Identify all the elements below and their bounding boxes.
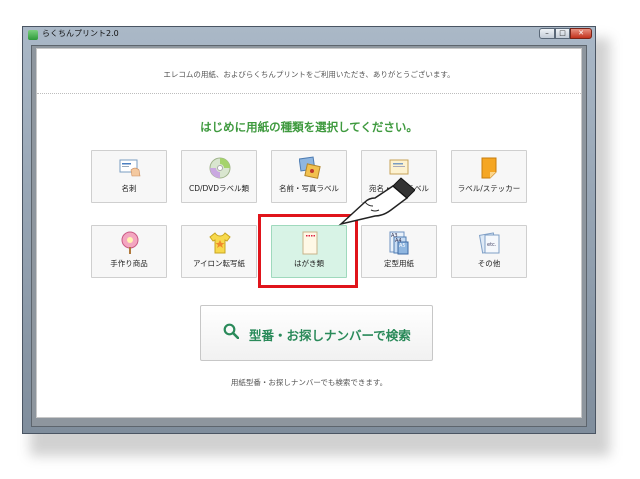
search-icon bbox=[223, 323, 239, 339]
tile-label: 名刺 bbox=[121, 184, 137, 193]
disc-icon bbox=[209, 157, 231, 179]
sticker-icon bbox=[481, 157, 497, 179]
tile-iron-transfer[interactable]: アイロン転写紙 bbox=[181, 225, 257, 278]
fan-icon bbox=[121, 231, 139, 254]
tile-other[interactable]: etc. その他 bbox=[451, 225, 527, 278]
tile-label: アイロン転写紙 bbox=[192, 259, 246, 268]
tile-label: 定型用紙 bbox=[384, 259, 414, 268]
search-note: 用紙型番・お探しナンバーでも検索できます。 bbox=[230, 378, 388, 387]
welcome-text: エレコムの用紙、およびらくちんプリントをご利用いただき、ありがとうございます。 bbox=[163, 70, 455, 79]
tile-label: CD/DVDラベル類 bbox=[188, 184, 250, 193]
photo-label-icon bbox=[299, 156, 321, 179]
search-button-label: 型番・お探しナンバーで検索 bbox=[249, 328, 411, 343]
svg-text:etc.: etc. bbox=[487, 242, 497, 248]
tile-standard-paper[interactable]: A3 A4 A5 定型用紙 bbox=[361, 225, 437, 278]
window-title: らくちんプリント2.0 bbox=[42, 29, 119, 38]
tile-label: その他 bbox=[477, 259, 501, 268]
tshirt-icon bbox=[209, 232, 231, 254]
tile-cd-dvd[interactable]: CD/DVDラベル類 bbox=[181, 150, 257, 203]
business-card-icon bbox=[119, 159, 141, 177]
svg-text:A5: A5 bbox=[399, 243, 406, 249]
tile-sticker[interactable]: ラベル/ステッカー bbox=[451, 150, 527, 203]
page-heading: はじめに用紙の種類を選択してください。 bbox=[200, 120, 418, 134]
tile-label: ラベル/ステッカー bbox=[457, 184, 521, 193]
maximize-button[interactable]: □ bbox=[555, 28, 570, 39]
tile-business-card[interactable]: 名刺 bbox=[91, 150, 167, 203]
pointing-hand-cursor-icon bbox=[338, 177, 415, 226]
other-icon: etc. bbox=[479, 232, 500, 254]
close-button[interactable]: ✕ bbox=[570, 28, 592, 39]
search-by-model-button[interactable]: 型番・お探しナンバーで検索 bbox=[200, 305, 433, 361]
tile-label: 手作り商品 bbox=[110, 259, 148, 268]
divider bbox=[37, 93, 581, 94]
title-bar[interactable]: らくちんプリント2.0 – □ ✕ bbox=[23, 27, 595, 43]
app-icon bbox=[28, 30, 38, 40]
paper-sizes-icon: A3 A4 A5 bbox=[389, 231, 409, 255]
minimize-button[interactable]: – bbox=[539, 28, 555, 39]
tile-handmade[interactable]: 手作り商品 bbox=[91, 225, 167, 278]
